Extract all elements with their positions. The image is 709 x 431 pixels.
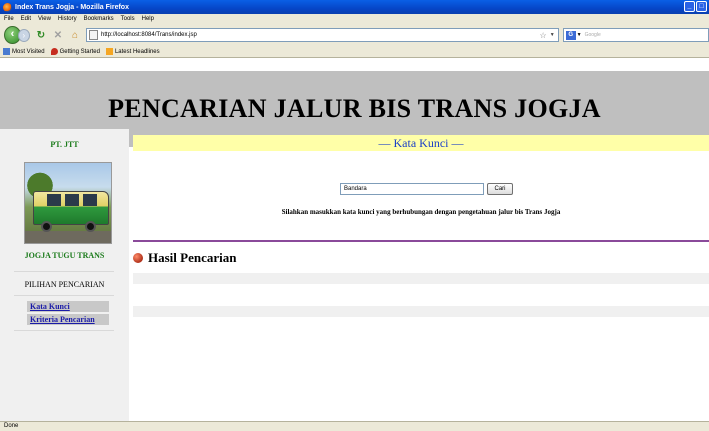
most-visited-icon	[3, 48, 10, 55]
address-bar[interactable]: http://localhost:8084/Trans/index.jsp ☆ …	[86, 28, 559, 42]
bookmarks-toolbar: Most Visited Getting Started Latest Head…	[0, 46, 709, 58]
home-icon[interactable]: ⌂	[69, 29, 81, 42]
company-name: PT. JTT	[50, 140, 79, 149]
getting-started-icon	[50, 48, 58, 55]
search-hint: Silahkan masukkan kata kunci yang berhub…	[281, 208, 561, 216]
sidebar-link-kriteria-pencarian[interactable]: Kriteria Pencarian	[27, 314, 109, 325]
window-title: Index Trans Jogja - Mozilla Firefox	[15, 3, 129, 11]
status-bar: Done	[0, 421, 709, 431]
chevron-down-icon[interactable]: ▼	[577, 32, 582, 38]
search-placeholder: Google	[584, 32, 601, 38]
status-text: Done	[4, 423, 19, 429]
menu-file[interactable]: File	[4, 16, 14, 22]
google-icon[interactable]: G	[565, 30, 576, 40]
window-title-bar: Index Trans Jogja - Mozilla Firefox _ □	[0, 0, 709, 14]
stop-icon[interactable]: ✕	[52, 29, 64, 42]
menu-bookmarks[interactable]: Bookmarks	[84, 16, 114, 22]
results-heading: Hasil Pencarian	[133, 250, 236, 266]
address-url: http://localhost:8084/Trans/index.jsp	[101, 32, 197, 38]
sidebar-link-kata-kunci[interactable]: Kata Kunci	[27, 301, 109, 312]
sidebar-divider	[14, 330, 114, 331]
bookmark-most-visited[interactable]: Most Visited	[3, 48, 45, 55]
forward-button[interactable]: ›	[17, 28, 30, 42]
menu-tools[interactable]: Tools	[121, 16, 135, 22]
search-form: Bandara Cari	[340, 183, 513, 195]
search-options-title: PILIHAN PENCARIAN	[24, 280, 105, 289]
section-divider	[133, 240, 709, 242]
menu-view[interactable]: View	[38, 16, 51, 22]
firefox-icon	[3, 2, 12, 12]
keyword-input[interactable]: Bandara	[340, 183, 484, 195]
page-title: PENCARIAN JALUR BIS TRANS JOGJA	[108, 94, 601, 123]
menu-bar: File Edit View History Bookmarks Tools H…	[0, 14, 709, 24]
star-icon[interactable]: ☆	[540, 31, 547, 40]
reload-icon[interactable]: ↻	[35, 29, 47, 42]
result-row	[133, 306, 709, 317]
sidebar: PT. JTT JOGJA TUGU TRANS PILIHAN PENCARI…	[0, 129, 129, 421]
bookmark-label: Getting Started	[59, 48, 100, 55]
sidebar-divider	[14, 295, 114, 296]
chevron-down-icon[interactable]: ▼	[550, 32, 555, 38]
sidebar-divider	[14, 271, 114, 272]
keyword-section-heading: — Kata Kunci —	[133, 135, 709, 151]
bus-photo	[24, 162, 112, 244]
main-content: — Kata Kunci — Bandara Cari Silahkan mas…	[129, 129, 709, 421]
rss-icon	[105, 48, 113, 55]
globe-icon	[133, 253, 143, 263]
bookmark-label: Latest Headlines	[114, 48, 160, 55]
minimize-button[interactable]: _	[684, 1, 695, 12]
menu-edit[interactable]: Edit	[21, 16, 31, 22]
company-subtitle: JOGJA TUGU TRANS	[24, 251, 105, 260]
page-viewport[interactable]: PENCARIAN JALUR BIS TRANS JOGJA PT. JTT …	[0, 58, 709, 421]
maximize-button[interactable]: □	[696, 1, 707, 12]
bookmark-latest-headlines[interactable]: Latest Headlines	[105, 48, 160, 55]
page-icon	[89, 30, 99, 40]
bookmark-label: Most Visited	[12, 48, 45, 55]
search-button[interactable]: Cari	[487, 183, 513, 195]
menu-history[interactable]: History	[58, 16, 77, 22]
result-row	[133, 273, 709, 284]
window-controls: _ □	[684, 1, 707, 12]
menu-help[interactable]: Help	[142, 16, 154, 22]
search-bar[interactable]: G ▼ Google	[562, 28, 709, 42]
bookmark-getting-started[interactable]: Getting Started	[50, 48, 100, 55]
results-heading-label: Hasil Pencarian	[148, 250, 237, 265]
navigation-toolbar: ‹ › ↻ ✕ ⌂ http://localhost:8084/Trans/in…	[0, 24, 709, 46]
